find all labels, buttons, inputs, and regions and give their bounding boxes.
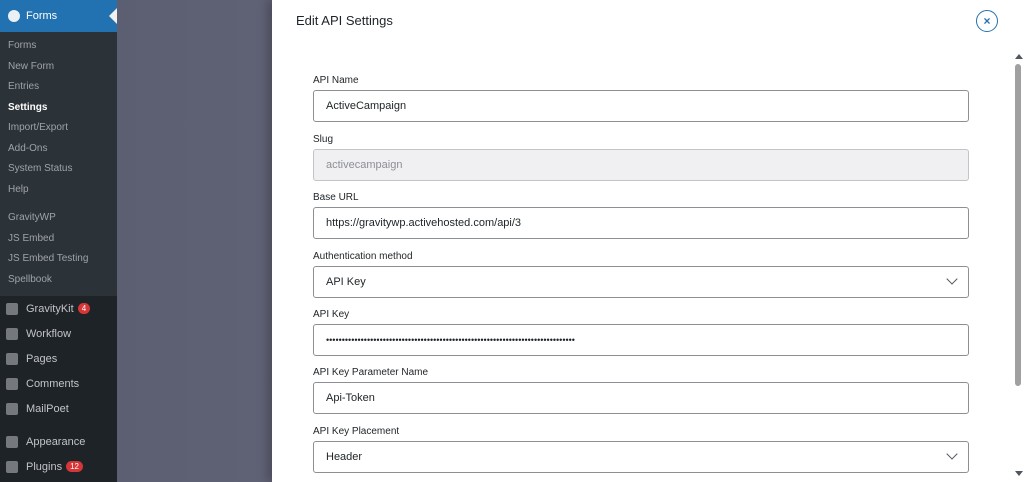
submenu-system-status[interactable]: System Status [0, 159, 117, 180]
submenu-entries[interactable]: Entries [0, 77, 117, 98]
slug-input: activecampaign [313, 149, 969, 181]
submenu-gravitywp[interactable]: GravityWP [0, 208, 117, 229]
api-name-label: API Name [313, 75, 359, 86]
close-icon[interactable]: × [976, 10, 998, 32]
forms-submenu: Forms New Form Entries Settings Import/E… [0, 32, 117, 296]
plugins-icon [6, 460, 18, 473]
menu-plugins-label: Plugins [26, 460, 63, 473]
menu-gravitykit[interactable]: GravityKit 4 [0, 296, 117, 321]
current-menu-indicator [109, 8, 117, 24]
gravitykit-icon [6, 302, 18, 315]
pages-icon [6, 352, 18, 365]
edit-api-settings-modal: Edit API Settings × API Name ActiveCampa… [272, 0, 1024, 482]
submenu-import-export[interactable]: Import/Export [0, 118, 117, 139]
placement-value: Header [326, 451, 363, 463]
placement-select[interactable]: Header [313, 441, 969, 473]
menu-pages-label: Pages [26, 352, 58, 365]
base-url-input[interactable]: https://gravitywp.activehosted.com/api/3 [313, 207, 969, 239]
mailpoet-icon [6, 402, 18, 415]
submenu-new-form[interactable]: New Form [0, 57, 117, 78]
menu-gravitykit-label: GravityKit [26, 302, 74, 315]
menu-separator [0, 421, 117, 429]
api-name-field-group: API Name ActiveCampaign [313, 72, 969, 122]
menu-appearance[interactable]: Appearance [0, 429, 117, 454]
comments-icon [6, 377, 18, 390]
param-name-label: API Key Parameter Name [313, 367, 429, 378]
placement-label: API Key Placement [313, 426, 400, 437]
scroll-up-icon[interactable] [1015, 54, 1023, 59]
menu-mailpoet-label: MailPoet [26, 402, 69, 415]
menu-plugins[interactable]: Plugins 12 [0, 454, 117, 479]
submenu-js-embed-testing[interactable]: JS Embed Testing [0, 249, 117, 270]
gravitykit-badge: 4 [77, 303, 91, 314]
base-url-label: Base URL [313, 192, 359, 203]
submenu-help[interactable]: Help [0, 180, 117, 201]
menu-comments[interactable]: Comments [0, 371, 117, 396]
api-name-input[interactable]: ActiveCampaign [313, 90, 969, 122]
admin-sidebar: Forms Forms New Form Entries Settings Im… [0, 0, 117, 482]
submenu-forms[interactable]: Forms [0, 36, 117, 57]
modal-title: Edit API Settings [296, 13, 393, 28]
param-name-input[interactable]: Api-Token [313, 382, 969, 414]
submenu-settings[interactable]: Settings [0, 98, 117, 119]
chevron-down-icon [946, 273, 958, 285]
menu-comments-label: Comments [26, 377, 80, 390]
param-name-field-group: API Key Parameter Name Api-Token [313, 364, 969, 414]
menu-workflow-label: Workflow [26, 327, 72, 340]
slug-label: Slug [313, 134, 334, 145]
placement-field-group: API Key Placement Header [313, 423, 969, 473]
modal-scrollbar[interactable] [1012, 50, 1024, 482]
chevron-down-icon [946, 448, 958, 460]
menu-pages[interactable]: Pages [0, 346, 117, 371]
api-key-label: API Key [313, 309, 350, 320]
base-url-field-group: Base URL https://gravitywp.activehosted.… [313, 189, 969, 239]
menu-appearance-label: Appearance [26, 435, 86, 448]
submenu-add-ons[interactable]: Add-Ons [0, 139, 117, 160]
submenu-spellbook[interactable]: Spellbook [0, 270, 117, 291]
scrollbar-thumb[interactable] [1015, 64, 1021, 386]
workflow-icon [6, 327, 18, 340]
auth-method-select[interactable]: API Key [313, 266, 969, 298]
api-key-field-group: API Key ••••••••••••••••••••••••••••••••… [313, 306, 969, 356]
api-key-input[interactable]: ••••••••••••••••••••••••••••••••••••••••… [313, 324, 969, 356]
gravity-forms-icon [8, 10, 20, 22]
appearance-icon [6, 435, 18, 448]
auth-method-label: Authentication method [313, 251, 413, 262]
menu-forms[interactable]: Forms [0, 0, 117, 32]
menu-forms-label: Forms [26, 10, 58, 22]
plugins-badge: 12 [66, 461, 83, 472]
menu-mailpoet[interactable]: MailPoet [0, 396, 117, 421]
submenu-separator [0, 200, 117, 208]
slug-field-group: Slug activecampaign [313, 131, 969, 181]
submenu-js-embed[interactable]: JS Embed [0, 229, 117, 250]
scroll-down-icon[interactable] [1015, 471, 1023, 476]
auth-method-field-group: Authentication method API Key [313, 248, 969, 298]
auth-method-value: API Key [326, 276, 366, 288]
menu-workflow[interactable]: Workflow [0, 321, 117, 346]
